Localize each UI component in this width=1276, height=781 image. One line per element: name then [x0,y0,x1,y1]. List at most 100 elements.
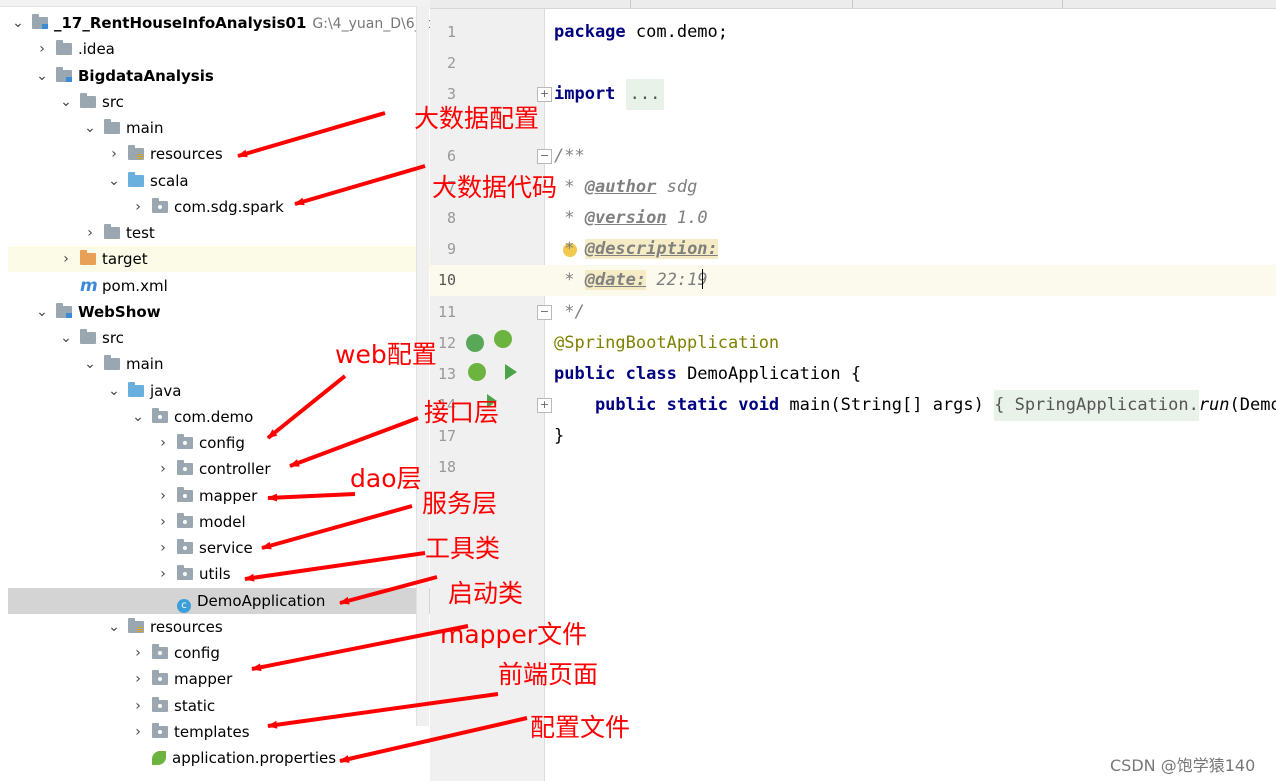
chevron-down-icon[interactable]: ⌄ [106,378,122,404]
tree-item-demoapplication[interactable]: ›cDemoApplication [155,588,325,614]
line-number: 2 [446,54,456,72]
tree-item-config[interactable]: › config [130,640,220,666]
package-name: com.demo; [625,22,729,42]
watermark: CSDN @饱学猿140 [1110,756,1256,775]
tree-item-model[interactable]: › model [155,509,246,535]
folder-icon [104,119,120,134]
editor-tab[interactable] [630,0,853,8]
chevron-right-icon[interactable]: › [58,246,74,272]
module-folder-icon [56,67,72,82]
line-number: 1 [446,23,456,41]
chevron-down-icon[interactable]: ⌄ [34,63,50,89]
code-line-17[interactable]: } [554,421,564,452]
tree-item-src[interactable]: ⌄ src [58,325,124,351]
tree-item-java[interactable]: ⌄ java [106,378,181,404]
chevron-down-icon[interactable]: ⌄ [130,404,146,430]
chevron-right-icon[interactable]: › [130,640,146,666]
chevron-right-icon[interactable]: › [130,666,146,692]
fold-collapse-icon[interactable]: − [537,149,552,164]
tree-item-templates[interactable]: › templates [130,719,250,745]
tree-item-test[interactable]: › test [82,220,155,246]
tree-item-mapper[interactable]: › mapper [130,666,232,692]
code-line-9[interactable]: * @description: [554,234,718,265]
spring-run-config-icon[interactable] [468,363,486,381]
chevron-right-icon[interactable]: › [130,719,146,745]
chevron-down-icon[interactable]: ⌄ [10,10,26,36]
tree-item-mapper[interactable]: › mapper [155,483,257,509]
folded-method-body[interactable]: { SpringApplication. [994,390,1199,421]
package-icon [152,644,168,659]
method-call: run [1198,395,1230,415]
chevron-right-icon[interactable]: › [155,509,171,535]
chevron-down-icon[interactable]: ⌄ [58,325,74,351]
tree-item-application-properties[interactable]: ›application.properties [130,745,336,771]
code-line-10[interactable]: * @date: 22:19 [554,265,708,296]
tree-item-static[interactable]: › static [130,693,215,719]
run-arrow-icon[interactable] [505,364,517,380]
chevron-right-icon[interactable]: › [34,36,50,62]
tree-item-label: main [126,119,164,137]
resources-folder-icon [128,618,144,633]
tree-item-com-demo[interactable]: ⌄ com.demo [130,404,253,430]
tree-item-target[interactable]: › target [58,246,148,272]
tree-item-label: src [102,93,124,111]
tree-item-webshow[interactable]: ⌄ WebShow [34,299,161,325]
code-line-12[interactable]: @SpringBootApplication [554,328,779,359]
code-line-14[interactable]: public static void main(String[] args) {… [554,390,1276,421]
tree-item-idea[interactable]: › .idea [34,36,115,62]
spring-boot-gutter-icon[interactable] [494,330,512,348]
tree-item-project-root[interactable]: ⌄ _17_RentHouseInfoAnalysis01 G:\4_yuan_D\… [10,10,430,36]
spring-bean-gutter-icon[interactable] [466,334,484,352]
tree-item-label: main [126,355,164,373]
fold-collapse-icon[interactable]: − [537,305,552,320]
keyword: public static void [554,395,780,415]
tree-item-resources[interactable]: ⌄ resources [106,614,223,640]
tree-item-label: BigdataAnalysis [78,67,214,85]
tree-item-resources[interactable]: › resources [106,141,223,167]
chevron-right-icon[interactable]: › [155,483,171,509]
tree-item-com-sdg-spark[interactable]: › com.sdg.spark [130,194,284,220]
chevron-right-icon[interactable]: › [82,220,98,246]
chevron-right-icon[interactable]: › [155,430,171,456]
code-line-6[interactable]: /** [554,141,585,172]
chevron-right-icon[interactable]: › [106,141,122,167]
tree-item-main[interactable]: ⌄ main [82,115,163,141]
tree-item-bigdataanalysis[interactable]: ⌄ BigdataAnalysis [34,63,214,89]
chevron-right-icon[interactable]: › [155,535,171,561]
chevron-down-icon[interactable]: ⌄ [106,168,122,194]
tree-item-scala[interactable]: ⌄ scala [106,168,189,194]
folded-imports[interactable]: ... [625,79,665,110]
tree-item-pom-xml[interactable]: ›mpom.xml [58,273,168,299]
tree-item-controller[interactable]: › controller [155,456,271,482]
tree-item-service[interactable]: › service [155,535,253,561]
editor-tab[interactable] [1062,0,1276,8]
chevron-down-icon[interactable]: ⌄ [82,351,98,377]
keyword: import [554,84,616,104]
chevron-right-icon[interactable]: › [155,561,171,587]
fold-expand-icon[interactable]: + [537,398,552,413]
chevron-right-icon[interactable]: › [130,693,146,719]
code-line-8[interactable]: * @version 1.0 [554,203,707,234]
editor-tab[interactable] [852,0,1063,8]
chevron-right-icon[interactable]: › [130,194,146,220]
annotation-utils: 工具类 [425,534,501,563]
tree-item-utils[interactable]: › utils [155,561,231,587]
code-line-3[interactable]: import ... [554,79,665,110]
tree-item-config[interactable]: › config [155,430,245,456]
chevron-down-icon[interactable]: ⌄ [82,115,98,141]
chevron-down-icon[interactable]: ⌄ [106,614,122,640]
chevron-down-icon[interactable]: ⌄ [58,89,74,115]
code-line-7[interactable]: * @author sdg [554,172,697,203]
code-line-13[interactable]: public class DemoApplication { [554,359,861,390]
chevron-right-icon[interactable]: › [155,456,171,482]
fold-expand-icon[interactable]: + [537,87,552,102]
editor-tab-strip [430,0,1276,9]
tree-item-main[interactable]: ⌄ main [82,351,163,377]
chevron-down-icon[interactable]: ⌄ [34,299,50,325]
tree-item-src[interactable]: ⌄ src [58,89,124,115]
code-line-1[interactable]: package com.demo; [554,17,728,48]
editor-tab[interactable] [430,0,631,8]
doc-tag: @description: [584,239,718,259]
tree-item-label: src [102,329,124,347]
code-line-11[interactable]: */ [554,297,584,328]
